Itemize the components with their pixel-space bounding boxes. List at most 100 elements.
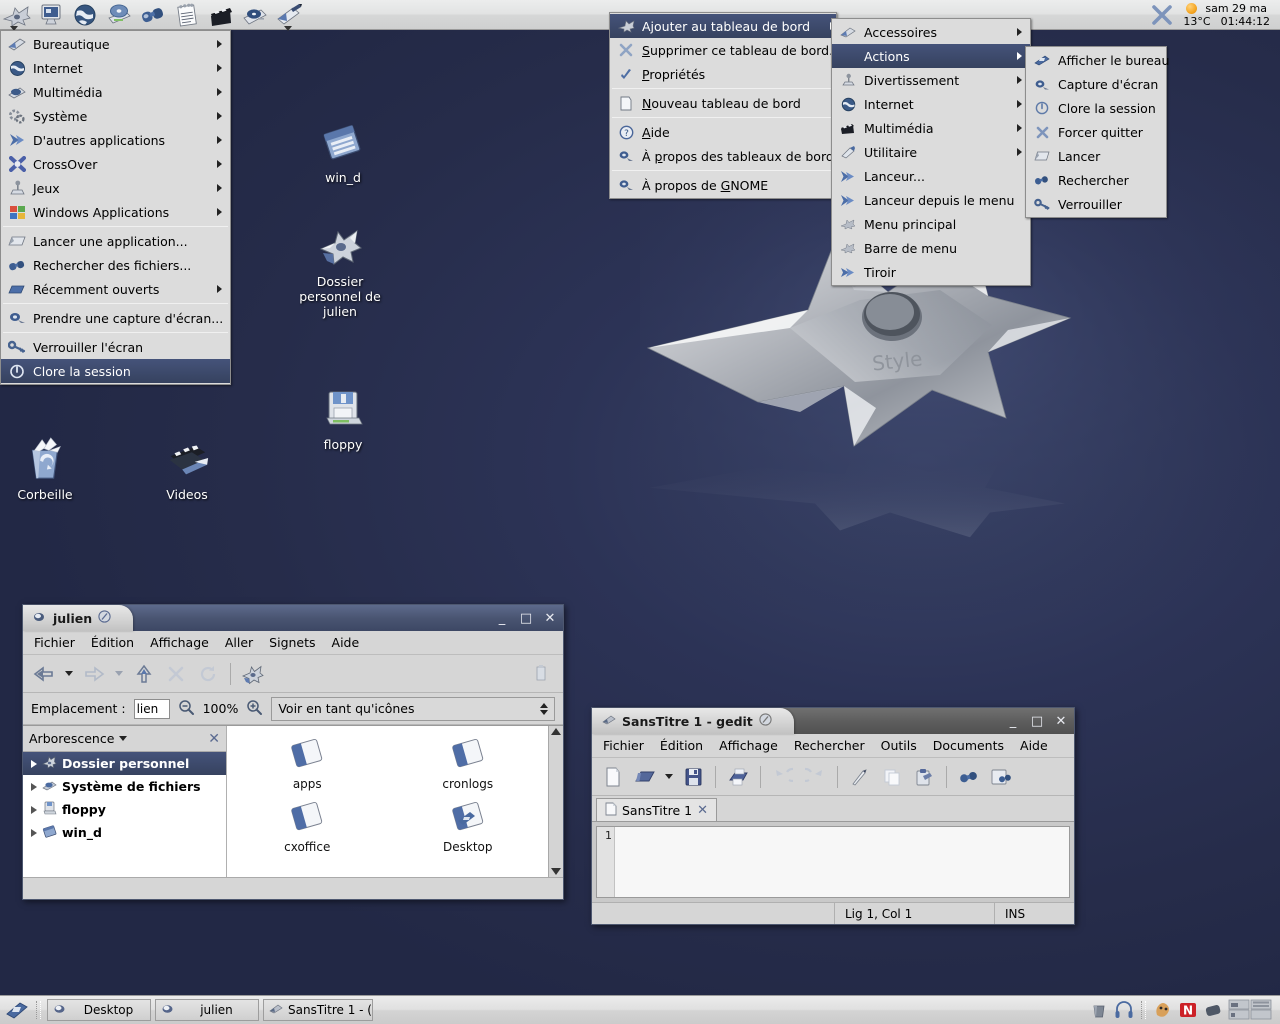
nautilus-toolbar[interactable] bbox=[23, 655, 563, 693]
gedit-menubar[interactable]: Fichier Édition Affichage Rechercher Out… bbox=[592, 734, 1074, 758]
workspace-switcher-icon[interactable] bbox=[1228, 999, 1272, 1020]
panel-menu-item-remove-panel[interactable]: Supprimer ce tableau de bord... bbox=[610, 38, 841, 62]
submenu-item-divertissement[interactable]: Divertissement bbox=[832, 68, 1030, 92]
headphones-applet-icon[interactable] bbox=[1114, 1000, 1134, 1020]
tree-item-dossier-personnel[interactable]: Dossier personnel bbox=[23, 752, 226, 775]
desktop-icon-home[interactable]: Dossier personnel de julien bbox=[285, 222, 395, 319]
bottom-panel[interactable]: Desktop julien SansTitre 1 - (N bbox=[0, 995, 1280, 1024]
menu-item-logout[interactable]: Clore la session bbox=[1, 359, 230, 383]
menu-item-search-files[interactable]: Rechercher des fichiers... bbox=[1, 253, 230, 277]
close-x-icon[interactable] bbox=[1147, 0, 1177, 30]
submenu-item-utilitaire[interactable]: Utilitaire bbox=[832, 140, 1030, 164]
file-item-cronlogs[interactable]: cronlogs bbox=[388, 732, 549, 795]
panel-menu-item-about-gnome[interactable]: À propos de GNOME bbox=[610, 173, 836, 197]
panel-menu-item-add-to-panel[interactable]: Ajouter au tableau de bord bbox=[610, 14, 836, 38]
close-icon[interactable]: ✕ bbox=[697, 803, 708, 818]
desktop-background[interactable]: ChaNinja Style win_d bbox=[0, 0, 1280, 1024]
replace-button[interactable] bbox=[986, 762, 1016, 792]
forward-history-dropdown[interactable] bbox=[111, 659, 127, 689]
expander-icon[interactable] bbox=[31, 782, 37, 791]
up-button[interactable] bbox=[129, 659, 159, 689]
tree-item-win-d[interactable]: win_d bbox=[23, 821, 226, 844]
menu-edition[interactable]: Édition bbox=[653, 735, 710, 756]
netscape-applet-icon[interactable]: N bbox=[1178, 1000, 1198, 1020]
panel-menu-item-properties[interactable]: Propriétés bbox=[610, 62, 836, 86]
launcher-search-files[interactable] bbox=[136, 1, 170, 29]
menu-item-screenshot[interactable]: Prendre une capture d'écran... bbox=[1, 306, 230, 330]
menu-item-crossover[interactable]: CrossOver bbox=[1, 152, 230, 176]
maximize-button[interactable]: □ bbox=[1030, 714, 1044, 729]
menu-fichier[interactable]: Fichier bbox=[596, 735, 651, 756]
submenu-item-accessoires[interactable]: Accessoires bbox=[832, 20, 1030, 44]
menu-item-jeux[interactable]: Jeux bbox=[1, 176, 230, 200]
submenu-item-actions[interactable]: Actions bbox=[832, 44, 1030, 68]
launcher-computer[interactable] bbox=[34, 1, 68, 29]
submenu-item-lanceur[interactable]: Lanceur... bbox=[832, 164, 1030, 188]
main-menu-button[interactable] bbox=[0, 1, 34, 31]
menu-rechercher[interactable]: Rechercher bbox=[787, 735, 872, 756]
file-item-desktop[interactable]: Desktop bbox=[388, 795, 549, 858]
menu-affichage[interactable]: Affichage bbox=[712, 735, 785, 756]
menu-signets[interactable]: Signets bbox=[262, 632, 322, 653]
tree-item-systeme-de-fichiers[interactable]: Système de fichiers bbox=[23, 775, 226, 798]
panel-grip[interactable] bbox=[36, 1001, 41, 1019]
menu-item-bureautique[interactable]: Bureautique bbox=[1, 32, 230, 56]
help-badge-icon[interactable] bbox=[759, 713, 772, 729]
expander-icon[interactable] bbox=[31, 805, 37, 814]
cut-button[interactable] bbox=[845, 762, 875, 792]
nautilus-file-view[interactable]: apps cronlogs cxoffice Desktop bbox=[227, 726, 563, 877]
gedit-tab-sanstitre-1[interactable]: SansTitre 1 ✕ bbox=[596, 798, 718, 821]
close-button[interactable]: ✕ bbox=[1054, 714, 1068, 729]
file-view-scrollbar[interactable] bbox=[548, 726, 563, 877]
desktop-icon-trash[interactable]: Corbeille bbox=[0, 435, 100, 502]
open-button[interactable] bbox=[630, 762, 660, 792]
find-button[interactable] bbox=[954, 762, 984, 792]
maximize-button[interactable]: □ bbox=[519, 611, 533, 626]
panel-menu-item-about-panels[interactable]: À propos des tableaux de bord bbox=[610, 144, 836, 168]
main-menu-popup[interactable]: Bureautique Internet Multimédia Système … bbox=[0, 30, 231, 385]
print-button[interactable] bbox=[723, 762, 753, 792]
gedit-text-area[interactable]: 1 bbox=[596, 826, 1070, 898]
task-button-gedit[interactable]: SansTitre 1 - ( bbox=[263, 999, 373, 1021]
tray-grip[interactable] bbox=[1141, 1001, 1146, 1019]
task-button-desktop[interactable]: Desktop bbox=[47, 999, 151, 1021]
launcher-music-player[interactable] bbox=[238, 1, 272, 29]
menu-documents[interactable]: Documents bbox=[926, 735, 1011, 756]
submenu-item-tiroir[interactable]: Tiroir bbox=[832, 260, 1030, 284]
actions-item-lock[interactable]: Verrouiller bbox=[1026, 192, 1166, 216]
system-tray[interactable]: N bbox=[1089, 999, 1276, 1020]
menu-item-lock-screen[interactable]: Verrouiller l'écran bbox=[1, 335, 230, 359]
forward-button[interactable] bbox=[79, 659, 109, 689]
desktop-icon-floppy[interactable]: floppy bbox=[288, 385, 398, 452]
paste-button[interactable] bbox=[909, 762, 939, 792]
sidebar-header[interactable]: Arborescence ✕ bbox=[23, 726, 226, 752]
back-button[interactable] bbox=[29, 659, 59, 689]
show-desktop-button[interactable] bbox=[4, 998, 30, 1022]
close-button[interactable]: ✕ bbox=[543, 611, 557, 626]
zoom-out-icon[interactable] bbox=[178, 699, 195, 719]
task-button-julien[interactable]: julien bbox=[155, 999, 259, 1021]
desktop-icon-videos[interactable]: Videos bbox=[132, 435, 242, 502]
scroll-up-icon[interactable] bbox=[551, 728, 561, 735]
submenu-item-barre-de-menu[interactable]: Barre de menu bbox=[832, 236, 1030, 260]
menu-item-internet[interactable]: Internet bbox=[1, 56, 230, 80]
actions-item-run[interactable]: Lancer bbox=[1026, 144, 1166, 168]
sidebar-close-button[interactable]: ✕ bbox=[208, 731, 220, 747]
menu-outils[interactable]: Outils bbox=[874, 735, 924, 756]
menu-affichage[interactable]: Affichage bbox=[143, 632, 216, 653]
minimize-button[interactable]: _ bbox=[1006, 714, 1020, 729]
menu-item-run-application[interactable]: Lancer une application... bbox=[1, 229, 230, 253]
panel-menu-item-new-panel[interactable]: Nouveau tableau de bord bbox=[610, 91, 836, 115]
expander-icon[interactable] bbox=[31, 828, 37, 837]
menu-item-windows-applications[interactable]: Windows Applications bbox=[1, 200, 230, 224]
menu-item-autres-applications[interactable]: D'autres applications bbox=[1, 128, 230, 152]
location-input[interactable]: lien bbox=[133, 698, 170, 719]
menu-aller[interactable]: Aller bbox=[218, 632, 260, 653]
nautilus-location-bar[interactable]: Emplacement : lien 100% Voir en tant qu'… bbox=[23, 693, 563, 725]
launcher-web-browser[interactable] bbox=[68, 1, 102, 29]
minimize-button[interactable]: _ bbox=[495, 611, 509, 626]
submenu-item-menu-principal[interactable]: Menu principal bbox=[832, 212, 1030, 236]
computer-button[interactable] bbox=[527, 659, 557, 689]
help-badge-icon[interactable] bbox=[98, 610, 111, 626]
submenu-item-internet[interactable]: Internet bbox=[832, 92, 1030, 116]
